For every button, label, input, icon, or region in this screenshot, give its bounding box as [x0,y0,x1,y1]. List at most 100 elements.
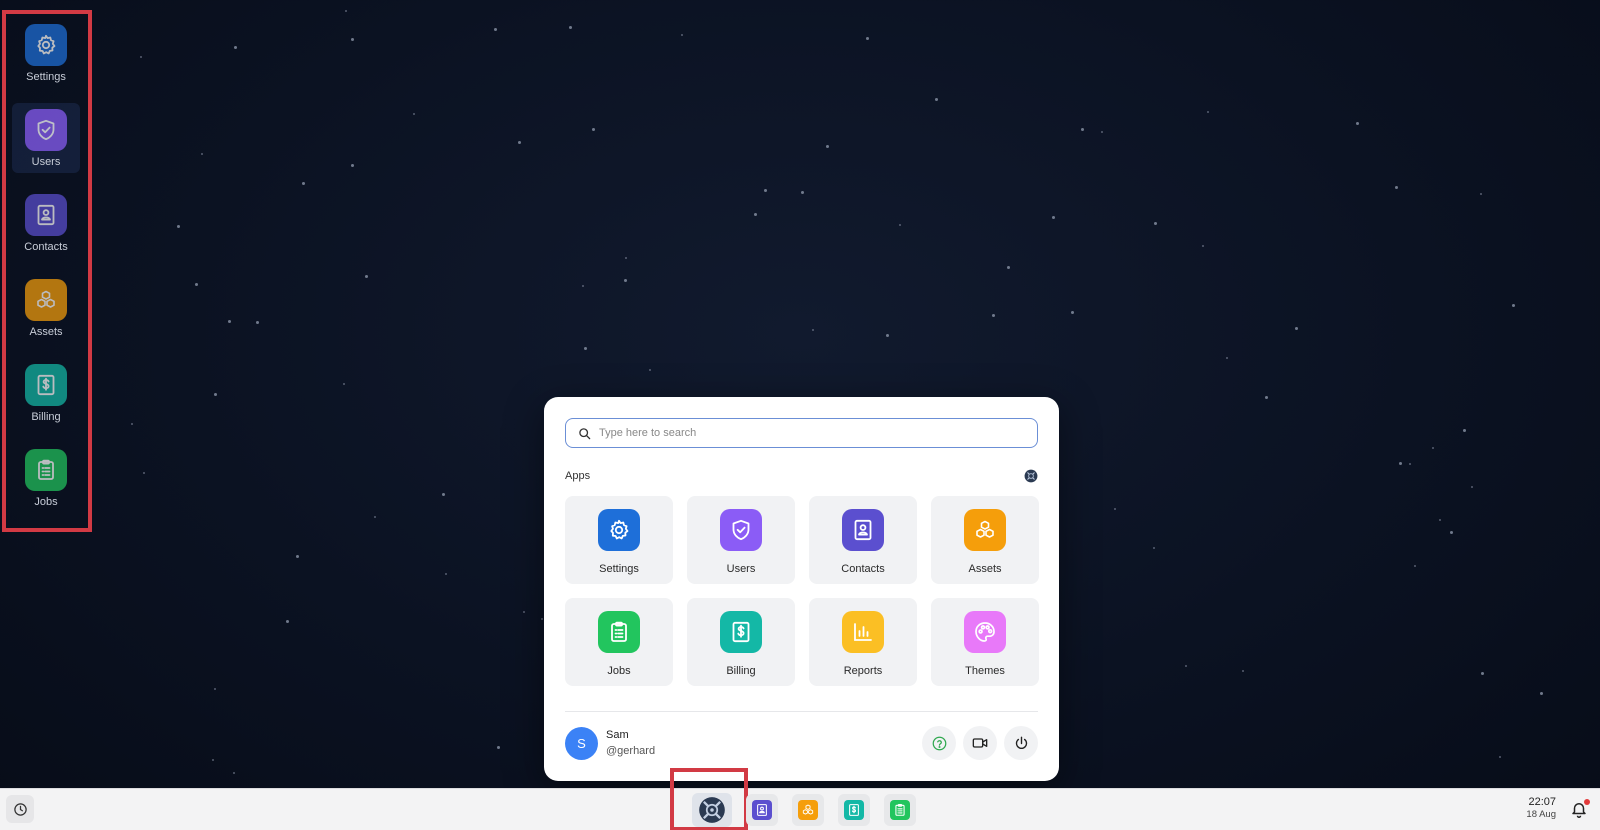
star [1356,122,1359,125]
star [624,279,627,282]
apps-section-header: Apps [565,468,1038,484]
start-button[interactable] [692,793,732,827]
star [494,28,497,31]
desktop: Settings Users Contacts Assets Billing J… [0,0,1600,788]
star [1071,311,1074,314]
star [1540,692,1543,695]
star [1007,266,1010,269]
app-tile-users[interactable]: Users [687,496,795,584]
star [518,141,521,144]
clock-date: 18 Aug [1526,809,1556,820]
star [1081,128,1084,131]
desktop-icon-label: Billing [31,411,61,423]
desktop-icon-column: Settings Users Contacts Assets Billing J… [12,18,82,528]
app-tile-assets[interactable]: Assets [931,496,1039,584]
contact-card-icon [25,194,67,236]
star [1295,327,1298,330]
desktop-icon-assets[interactable]: Assets [12,273,80,343]
star [523,611,525,613]
app-tile-reports[interactable]: Reports [809,598,917,686]
user-actions [922,726,1038,760]
apps-section-title: Apps [565,470,591,482]
avatar[interactable]: S [565,726,598,760]
app-tile-billing[interactable]: Billing [687,598,795,686]
star [1226,357,1228,359]
star [1242,670,1244,672]
invoice-dollar-icon [25,364,67,406]
app-tile-contacts[interactable]: Contacts [809,496,917,584]
notifications-button[interactable] [1570,799,1592,821]
star [140,56,142,58]
star [234,46,237,49]
star [584,347,587,350]
star [1439,519,1441,521]
desktop-icon-label: Settings [26,71,66,83]
desktop-icon-settings[interactable]: Settings [12,18,80,88]
star [1154,222,1157,225]
user-info: Sam @gerhard [606,729,655,757]
taskbar-app-assets[interactable] [792,794,824,826]
star [413,113,415,115]
taskbar-app-contacts[interactable] [746,794,778,826]
star [1512,304,1515,307]
star [442,493,445,496]
taskbar-app-billing[interactable] [838,794,870,826]
star [214,393,217,396]
system-clock[interactable]: 22:07 18 Aug [1514,796,1556,820]
star [592,128,595,131]
star [286,620,289,623]
taskbar: 22:07 18 Aug [0,768,1600,830]
history-button[interactable] [6,795,34,823]
brand-logo-icon[interactable] [1024,469,1038,483]
desktop-icon-contacts[interactable]: Contacts [12,188,80,258]
star [866,37,869,40]
star [764,189,767,192]
star [365,275,368,278]
desktop-icon-users[interactable]: Users [12,103,80,173]
cubes-icon [25,279,67,321]
star [1463,429,1466,432]
app-label: Themes [965,665,1005,677]
star [201,153,203,155]
power-button[interactable] [1004,726,1038,760]
app-label: Reports [843,665,883,677]
star [649,369,651,371]
contact-card-icon [842,509,884,551]
star [302,182,305,185]
star [812,329,814,331]
app-grid: Settings Users Contacts Assets Jobs Bill… [565,496,1039,686]
star [1185,665,1187,667]
desktop-icon-billing[interactable]: Billing [12,358,80,428]
star [886,334,889,337]
app-label: Users [726,563,756,575]
star [374,516,376,518]
help-circle-icon [932,736,947,751]
desktop-icon-label: Users [31,156,61,168]
star [1399,462,1402,465]
star [899,224,901,226]
app-tile-settings[interactable]: Settings [565,496,673,584]
user-handle: @gerhard [606,745,656,757]
star [935,98,938,101]
power-icon [1014,736,1029,751]
search-box[interactable] [565,418,1038,448]
help-button[interactable] [922,726,956,760]
taskbar-app-jobs[interactable] [884,794,916,826]
app-tile-themes[interactable]: Themes [931,598,1039,686]
clock-icon [13,802,28,817]
star [754,213,757,216]
desktop-icon-jobs[interactable]: Jobs [12,443,80,513]
clock-time: 22:07 [1528,796,1556,808]
app-label: Assets [968,563,1002,575]
video-call-button[interactable] [963,726,997,760]
app-tile-jobs[interactable]: Jobs [565,598,673,686]
star [497,746,500,749]
search-input[interactable] [599,419,1025,447]
star [625,257,627,259]
star [541,618,543,620]
star [1471,486,1473,488]
star [256,321,259,324]
search-icon [578,427,591,440]
star [1409,463,1411,465]
star [228,320,231,323]
